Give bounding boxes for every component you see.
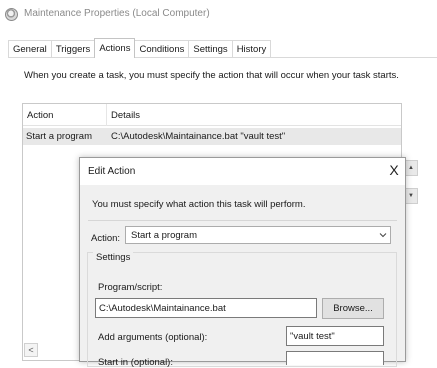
- row-action-cell: Start a program: [26, 131, 92, 142]
- actions-list-header: Action Details: [23, 104, 401, 126]
- action-select-value: Start a program: [131, 230, 197, 241]
- move-down-button[interactable]: ▼: [404, 188, 418, 204]
- move-up-button[interactable]: ▲: [404, 160, 418, 176]
- title-bar: Maintenance Properties (Local Computer): [0, 0, 437, 30]
- actions-intro-text: When you create a task, you must specify…: [24, 70, 399, 81]
- program-script-label: Program/script:: [98, 282, 163, 293]
- column-header-action[interactable]: Action: [27, 110, 53, 121]
- settings-group-label: Settings: [93, 252, 134, 263]
- program-script-value: C:\Autodesk\Maintainance.bat: [99, 303, 226, 314]
- dialog-title: Edit Action: [88, 166, 136, 177]
- tab-settings[interactable]: Settings: [188, 40, 233, 58]
- row-details-cell: C:\Autodesk\Maintainance.bat "vault test…: [111, 131, 286, 142]
- table-row[interactable]: Start a program C:\Autodesk\Maintainance…: [23, 128, 401, 145]
- dialog-message: You must specify what action this task w…: [92, 199, 306, 210]
- tab-history[interactable]: History: [231, 40, 272, 58]
- add-arguments-label: Add arguments (optional):: [98, 332, 208, 343]
- tab-divider: [8, 57, 437, 58]
- column-header-details[interactable]: Details: [111, 110, 140, 121]
- edit-action-dialog: Edit Action X You must specify what acti…: [79, 157, 406, 368]
- tab-conditions[interactable]: Conditions: [134, 40, 190, 58]
- program-script-input[interactable]: C:\Autodesk\Maintainance.bat: [95, 298, 317, 318]
- task-scheduler-icon: [5, 8, 18, 21]
- column-separator[interactable]: [106, 104, 107, 126]
- tab-strip: General Triggers Actions Conditions Sett…: [8, 38, 272, 58]
- browse-button[interactable]: Browse...: [322, 298, 384, 319]
- tab-actions[interactable]: Actions: [94, 38, 136, 58]
- add-arguments-value: "vault test": [290, 331, 335, 342]
- start-in-label: Start in (optional):: [98, 357, 173, 368]
- window-title: Maintenance Properties (Local Computer): [24, 8, 210, 19]
- action-label: Action:: [91, 233, 121, 244]
- dialog-divider: [88, 220, 397, 221]
- start-in-input[interactable]: [286, 351, 384, 365]
- close-icon[interactable]: X: [385, 161, 403, 179]
- scroll-left-button[interactable]: <: [24, 343, 38, 357]
- action-select[interactable]: Start a program: [125, 226, 391, 244]
- add-arguments-input[interactable]: "vault test": [286, 326, 384, 346]
- tab-general[interactable]: General: [8, 40, 52, 58]
- chevron-down-icon: [379, 233, 387, 238]
- tab-triggers[interactable]: Triggers: [50, 40, 96, 58]
